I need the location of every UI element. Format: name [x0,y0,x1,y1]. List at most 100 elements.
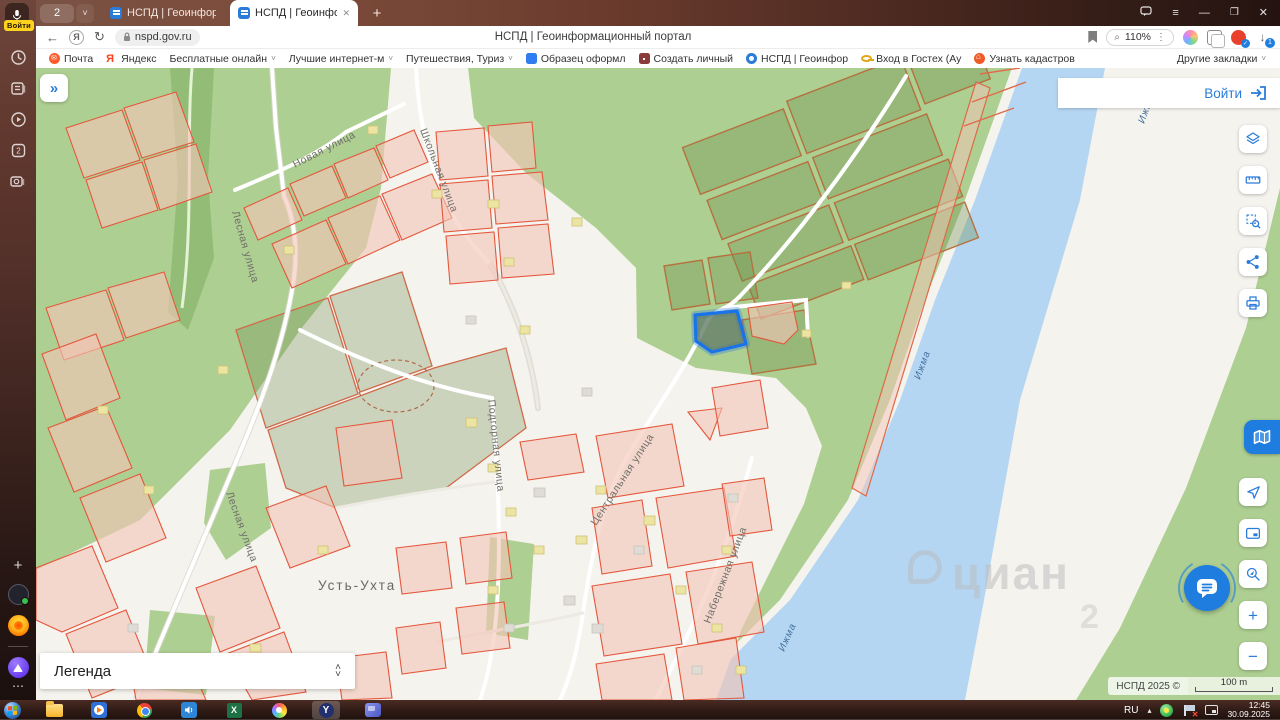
more-options-icon[interactable]: ⋯ [12,678,24,694]
tab-counter-button[interactable]: 2 [40,3,74,23]
area-search-button[interactable] [1239,207,1267,235]
tray-date: 30.09.2025 [1227,709,1270,719]
tab-strip: 2 ˅ НСПД | Геоинформацион НСПД | Геоинфо… [36,0,1280,26]
expand-sidebar-button[interactable]: » [40,74,68,102]
add-panel-icon[interactable]: + [14,558,23,574]
video-icon[interactable] [7,108,29,130]
profile-avatar[interactable] [7,584,29,605]
taskbar-media-player[interactable] [87,701,111,719]
taskbar-explorer[interactable] [42,700,66,719]
history-icon[interactable] [7,46,29,68]
explorer-icon [45,700,63,717]
selected-parcel[interactable] [691,307,750,356]
feedback-icon[interactable] [1140,6,1152,20]
taskbar-browser-circle[interactable] [267,701,291,719]
basemap-active-button[interactable] [1244,420,1280,454]
legend-panel[interactable]: Легенда ˄ ˅ [40,653,355,689]
screenshot-icon[interactable] [7,170,29,192]
taskbar-purple-app[interactable] [361,701,385,719]
zoom-out-button[interactable]: − [1239,642,1267,670]
map-login-bar[interactable]: Войти [1058,78,1280,108]
rainbow-browser-icon [271,702,287,718]
chat-assistant-button[interactable] [1171,552,1243,624]
bookmark-icon[interactable] [1088,31,1098,43]
yandex-search-icon[interactable]: Я [69,29,84,45]
tray-desktop-icon[interactable] [1205,705,1219,715]
tray-clock[interactable]: 12:45 30.09.2025 [1227,701,1274,719]
system-tray: RU ▴ ✕ 12:45 30.09.2025 [1124,701,1280,719]
map-canvas[interactable]: Новая улица Школьная улица Лесная улица … [36,68,1280,700]
bookmark-nspd[interactable]: НСПД | Геоинфор [746,53,848,65]
layers-icon [1246,132,1260,145]
map-attribution-row: НСПД 2025 © 100 m [1108,677,1280,695]
address-bar-actions: ⌕ 110% ⋮ ↓1 [1088,28,1280,48]
language-indicator[interactable]: RU [1124,705,1138,716]
back-icon[interactable]: ← [46,30,59,45]
taskbar-volume[interactable] [177,701,201,719]
taskbar-yandex-browser-active[interactable]: Y [312,701,340,719]
yandex-browser-icon[interactable] [7,615,29,636]
address-bar: ← Я ↻ nspd.gov.ru НСПД | Геоинформационн… [36,26,1280,49]
taskbar-excel[interactable]: X [222,701,246,719]
legend-toggle-icon[interactable]: ˄ ˅ [335,663,341,680]
share-icon [1246,255,1259,269]
scale-bracket [1195,687,1273,692]
zoom-in-button[interactable]: + [1239,601,1267,629]
layers-button[interactable] [1239,125,1267,153]
divider [8,646,28,647]
bookmark-folder-best-internet[interactable]: Лучшие интернет-м ˅ [289,53,393,65]
tab-list-chevron[interactable]: ˅ [76,3,94,23]
panel-login-badge[interactable]: Войти [4,20,34,31]
close-icon[interactable]: ✕ [1259,7,1268,19]
start-button[interactable] [4,701,21,719]
bookmark-gostech[interactable]: Вход в Гостех (Ау [861,53,961,65]
refresh-icon[interactable]: ↻ [94,29,105,45]
tab-close-icon[interactable]: ✕ [342,8,350,19]
bookmark-template[interactable]: Образец оформл [525,53,626,65]
key-icon [861,55,875,62]
taskbar-chrome[interactable] [132,701,156,719]
bookmark-folder-free-online[interactable]: Бесплатные онлайн ˅ [169,53,275,65]
notes-icon[interactable] [7,77,29,99]
yandex-icon: Я [106,53,115,65]
new-tab-button[interactable]: + [367,5,387,22]
tabs-counter-icon[interactable]: 2 [7,139,29,161]
minimap-button[interactable] [1239,519,1267,547]
extension-collections-icon[interactable] [1207,29,1225,48]
downloads-icon[interactable]: ↓ 1 [1255,30,1275,48]
search-coordinates-button[interactable] [1239,560,1267,588]
voice-assistant-button[interactable]: Войти [4,3,34,37]
media-player-icon [91,702,107,718]
share-button[interactable] [1239,248,1267,276]
bookmark-create-account[interactable]: Создать личный [638,53,733,65]
tab-nspd-2-active[interactable]: НСПД | Геоинформаци ✕ [230,0,358,26]
bookmark-folder-travel[interactable]: Путешествия, Туриз ˅ [406,53,513,65]
map-viewport[interactable]: Новая улица Школьная улица Лесная улица … [36,68,1280,700]
url-field[interactable]: nspd.gov.ru [114,28,200,46]
tab-label: НСПД | Геоинформаци [255,7,338,19]
bookmark-pochta[interactable]: Почта [49,53,93,65]
print-button[interactable] [1239,289,1267,317]
tray-green-app-icon[interactable] [1160,703,1174,717]
bookmark-cadastre[interactable]: Узнать кадастров [974,52,1075,65]
side-panel-bottom: + ⋯ [7,558,29,700]
browser-side-panel: Войти 2 + ⋯ [0,0,36,700]
tab-nspd-1[interactable]: НСПД | Геоинформацион [102,0,224,26]
alice-assistant-icon[interactable] [7,657,29,678]
page-zoom-control[interactable]: ⌕ 110% ⋮ [1106,28,1174,46]
bookmark-yandex[interactable]: Я Яндекс [106,53,156,66]
extension-protect-icon[interactable] [1231,29,1250,48]
more-vert-icon[interactable]: ⋮ [1156,32,1166,43]
minimize-icon[interactable]: — [1199,7,1210,19]
tray-expand-icon[interactable]: ▴ [1147,706,1151,715]
geolocate-button[interactable] [1239,478,1267,506]
measure-button[interactable] [1239,166,1267,194]
maximize-icon[interactable]: ❐ [1230,7,1239,19]
chevron-down-icon: ˅ [508,54,513,63]
menu-icon[interactable]: ≡ [1172,7,1178,19]
network-error-icon[interactable]: ✕ [1182,704,1198,719]
tab-favicon [110,7,122,19]
other-bookmarks-button[interactable]: Другие закладки ˅ [1177,53,1266,65]
extension-zen-icon[interactable] [1183,29,1198,45]
chevron-down-icon: ˅ [271,54,276,63]
